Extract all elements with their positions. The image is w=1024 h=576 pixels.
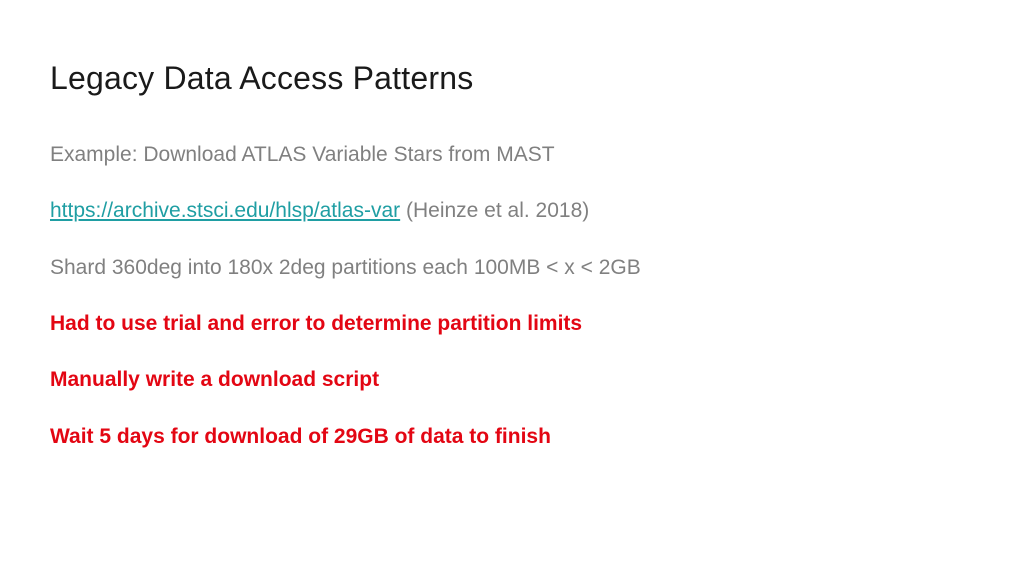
trial-line: Had to use trial and error to determine … — [50, 310, 974, 338]
slide-title: Legacy Data Access Patterns — [50, 60, 974, 97]
shard-line: Shard 360deg into 180x 2deg partitions e… — [50, 254, 974, 282]
example-line: Example: Download ATLAS Variable Stars f… — [50, 141, 974, 169]
link-line: https://archive.stsci.edu/hlsp/atlas-var… — [50, 197, 974, 225]
wait-line: Wait 5 days for download of 29GB of data… — [50, 423, 974, 451]
script-line: Manually write a download script — [50, 366, 974, 394]
link-citation: (Heinze et al. 2018) — [400, 199, 589, 222]
archive-link[interactable]: https://archive.stsci.edu/hlsp/atlas-var — [50, 199, 400, 222]
